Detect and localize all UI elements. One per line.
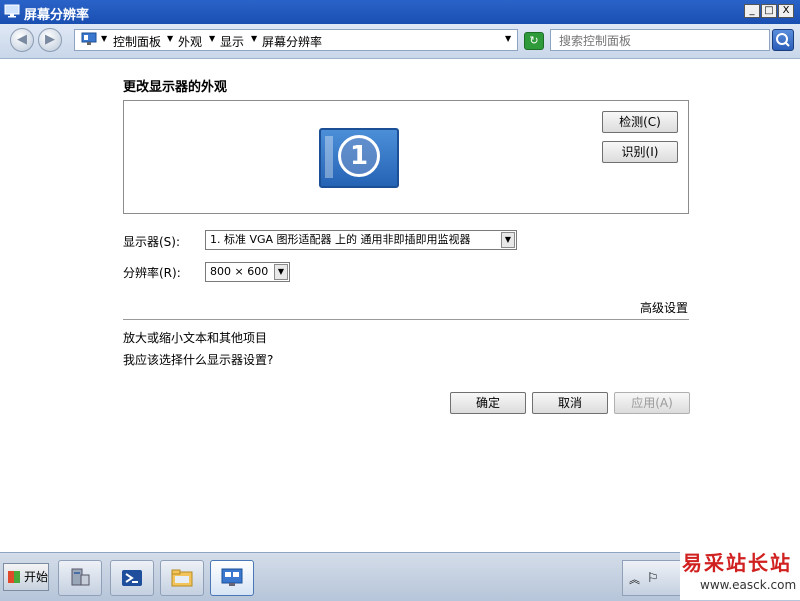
- main-content: 更改显示器的外观 1 检测(C) 识别(I) 显示器(S): 1. 标准 VGA…: [0, 59, 800, 549]
- divider: [123, 319, 689, 320]
- breadcrumb-item[interactable]: 屏幕分辨率: [262, 33, 322, 50]
- history-dropdown-icon[interactable]: ▼: [505, 34, 511, 43]
- monitor-taskbar-graphic: [325, 136, 333, 178]
- ok-button[interactable]: 确定: [450, 392, 526, 414]
- minimize-button[interactable]: _: [744, 4, 760, 18]
- system-tray[interactable]: ︽ ⚐: [622, 560, 682, 596]
- action-center-flag-icon[interactable]: ⚐: [647, 571, 659, 586]
- display-label: 显示器(S):: [123, 235, 181, 249]
- powershell-icon: [122, 570, 142, 586]
- breadcrumb[interactable]: ▼ 控制面板 ▼ 外观 ▼ 显示 ▼ 屏幕分辨率 ▼: [74, 29, 518, 51]
- monitor-number: 1: [338, 135, 380, 177]
- monitor-1-thumbnail[interactable]: 1: [319, 128, 399, 188]
- monitor-icon: [4, 4, 20, 18]
- control-panel-icon: [81, 32, 97, 45]
- breadcrumb-separator-icon[interactable]: ▼: [101, 34, 107, 43]
- search-icon: [776, 33, 790, 47]
- taskbar-control-panel[interactable]: [210, 560, 254, 596]
- window-title: 屏幕分辨率: [24, 8, 90, 23]
- start-button[interactable]: 开始: [3, 563, 49, 591]
- breadcrumb-separator-icon[interactable]: ▼: [167, 34, 173, 43]
- apply-button[interactable]: 应用(A): [614, 392, 690, 414]
- breadcrumb-separator-icon[interactable]: ▼: [251, 34, 257, 43]
- display-select[interactable]: 1. 标准 VGA 图形适配器 上的 通用非即插即用监视器 ▼: [205, 230, 517, 250]
- refresh-icon: ↻: [529, 34, 539, 47]
- display-help-link[interactable]: 我应该选择什么显示器设置?: [123, 351, 273, 368]
- forward-button[interactable]: ▶: [38, 28, 62, 52]
- identify-button[interactable]: 识别(I): [602, 141, 678, 163]
- cancel-button[interactable]: 取消: [532, 392, 608, 414]
- taskbar-powershell[interactable]: [110, 560, 154, 596]
- window-titlebar: 屏幕分辨率 _ □ X: [0, 0, 800, 24]
- address-bar: ◀ ▶ ▼ 控制面板 ▼ 外观 ▼ 显示 ▼ 屏幕分辨率 ▼ ↻: [0, 24, 800, 59]
- back-arrow-icon: ◀: [17, 32, 27, 47]
- show-hidden-icons-icon[interactable]: ︽: [629, 571, 640, 587]
- close-button[interactable]: X: [778, 4, 794, 18]
- resolution-label: 分辨率(R):: [123, 266, 181, 280]
- start-label: 开始: [24, 570, 49, 584]
- server-manager-icon: [71, 568, 90, 586]
- resolution-select-value: 800 × 600: [210, 265, 269, 278]
- chevron-down-icon[interactable]: ▼: [274, 264, 288, 280]
- windows-logo-icon: [8, 571, 20, 583]
- search-box[interactable]: [550, 29, 770, 51]
- taskbar-server-manager[interactable]: [58, 560, 102, 596]
- search-button[interactable]: [772, 29, 794, 51]
- taskbar-explorer[interactable]: [160, 560, 204, 596]
- resolution-select[interactable]: 800 × 600 ▼: [205, 262, 290, 282]
- chevron-down-icon[interactable]: ▼: [501, 232, 515, 248]
- detect-button[interactable]: 检测(C): [602, 111, 678, 133]
- display-select-value: 1. 标准 VGA 图形适配器 上的 通用非即插即用监视器: [210, 233, 471, 246]
- search-input[interactable]: [557, 31, 761, 51]
- monitor-arrangement-panel: 1 检测(C) 识别(I): [123, 100, 689, 214]
- back-button[interactable]: ◀: [10, 28, 34, 52]
- breadcrumb-item[interactable]: 控制面板: [113, 33, 161, 50]
- forward-arrow-icon: ▶: [45, 32, 55, 47]
- refresh-button[interactable]: ↻: [524, 32, 544, 50]
- page-heading: 更改显示器的外观: [123, 80, 228, 95]
- text-size-link[interactable]: 放大或缩小文本和其他项目: [123, 329, 267, 346]
- breadcrumb-item[interactable]: 显示: [220, 33, 244, 50]
- breadcrumb-separator-icon[interactable]: ▼: [209, 34, 215, 43]
- watermark-url: www.easck.com: [700, 578, 797, 592]
- maximize-button[interactable]: □: [761, 4, 777, 18]
- folder-icon: [171, 569, 193, 587]
- watermark-title: 易采站长站: [682, 551, 792, 575]
- advanced-settings-link[interactable]: 高级设置: [640, 299, 688, 316]
- breadcrumb-item[interactable]: 外观: [178, 33, 202, 50]
- site-watermark: 易采站长站 www.easck.com: [680, 545, 800, 600]
- display-settings-icon: [221, 568, 243, 586]
